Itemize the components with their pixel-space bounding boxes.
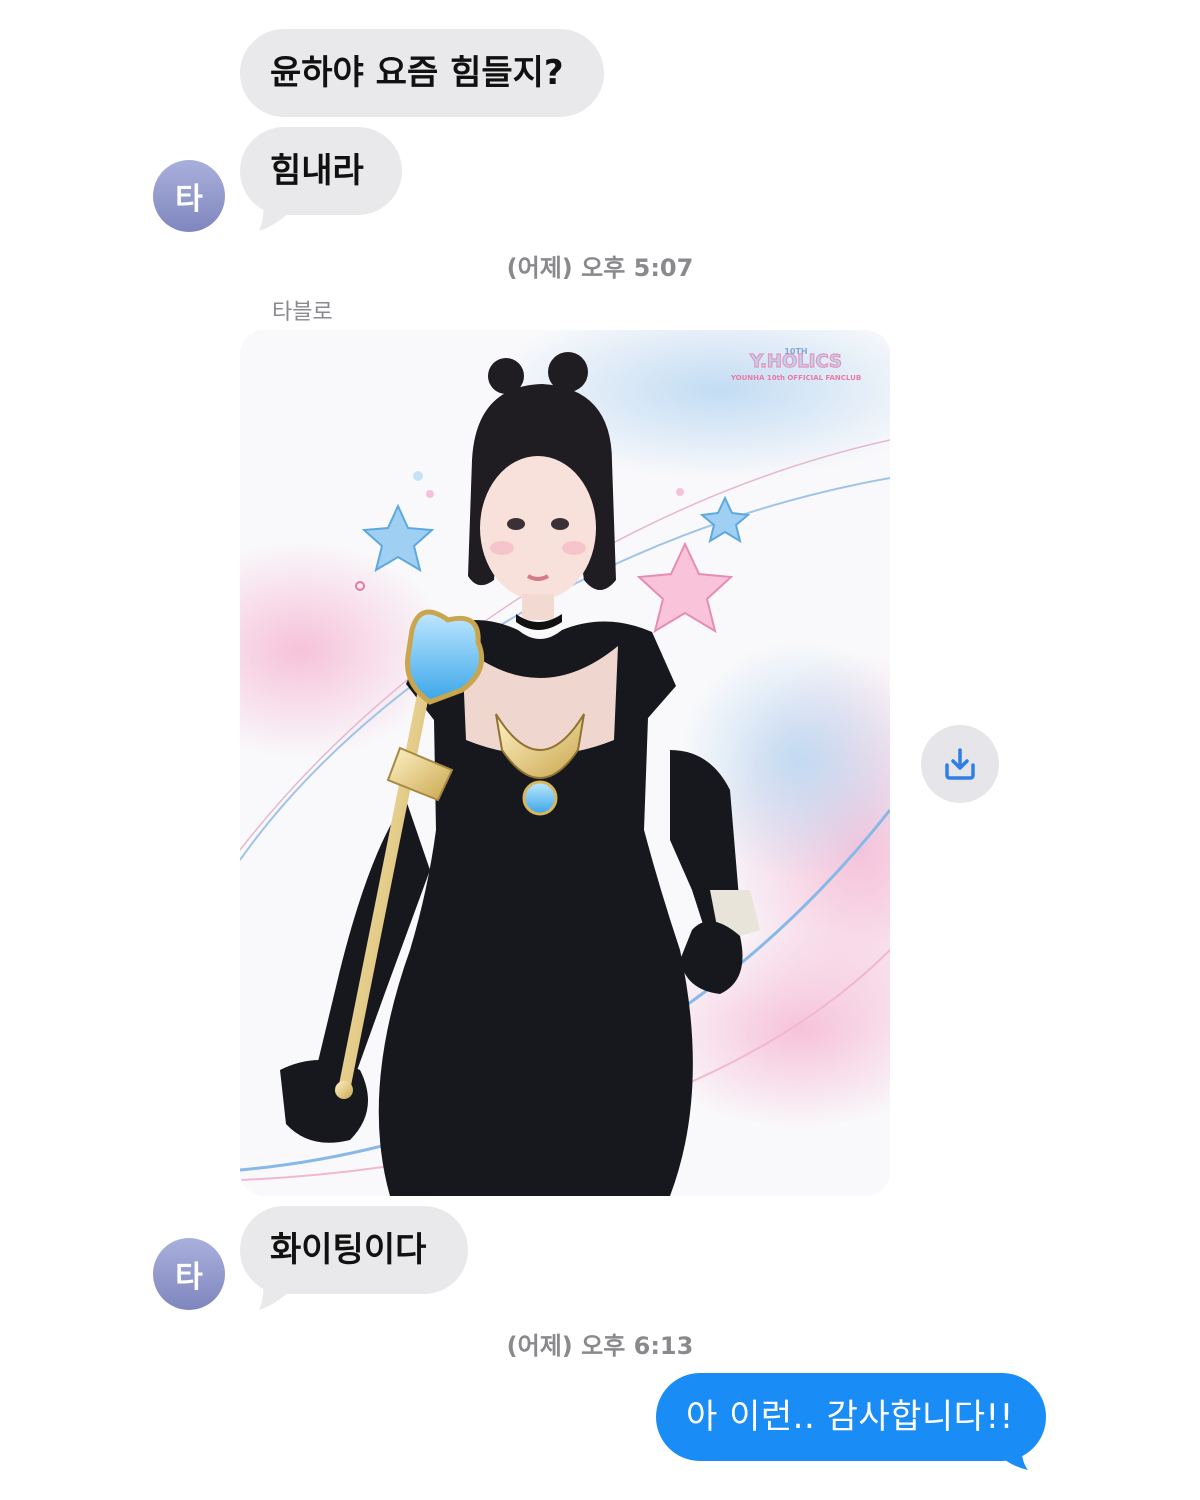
message-text: 아 이런.. 감사합니다!! [686,1397,1014,1437]
photo-image: 10TH Y.HOLICS YOUNHA 10th OFFICIAL FANCL… [240,330,890,1196]
svg-text:Y.HOLICS: Y.HOLICS [749,351,842,372]
fanclub-logo: 10TH Y.HOLICS YOUNHA 10th OFFICIAL FANCL… [730,347,861,382]
download-icon [945,748,975,780]
save-photo-button[interactable] [921,725,999,803]
message-text: 힘내라 [270,151,364,191]
message-text: 화이팅이다 [270,1230,427,1270]
timestamp: (어제) 오후 6:13 [506,1332,694,1360]
message-bubble[interactable]: 윤하야 요즘 힘들지? [240,29,604,117]
message-bubble[interactable]: 힘내라 [240,127,402,215]
avatar[interactable]: 타 [153,1238,225,1310]
sender-name: 타블로 [272,300,333,325]
avatar[interactable]: 타 [153,160,225,232]
message-bubble[interactable]: 화이팅이다 [240,1206,468,1294]
chat-screen: 윤하야 요즘 힘들지? 힘내라 타 (어제) 오후 5:07 타블로 10TH … [0,0,1200,1500]
photo-message[interactable]: 10TH Y.HOLICS YOUNHA 10th OFFICIAL FANCL… [240,330,890,1196]
timestamp: (어제) 오후 5:07 [506,254,694,282]
message-text: 윤하야 요즘 힘들지? [270,53,564,93]
outgoing-message-bubble[interactable]: 아 이런.. 감사합니다!! [656,1373,1046,1461]
svg-text:YOUNHA 10th OFFICIAL FANCLUB: YOUNHA 10th OFFICIAL FANCLUB [730,374,861,382]
